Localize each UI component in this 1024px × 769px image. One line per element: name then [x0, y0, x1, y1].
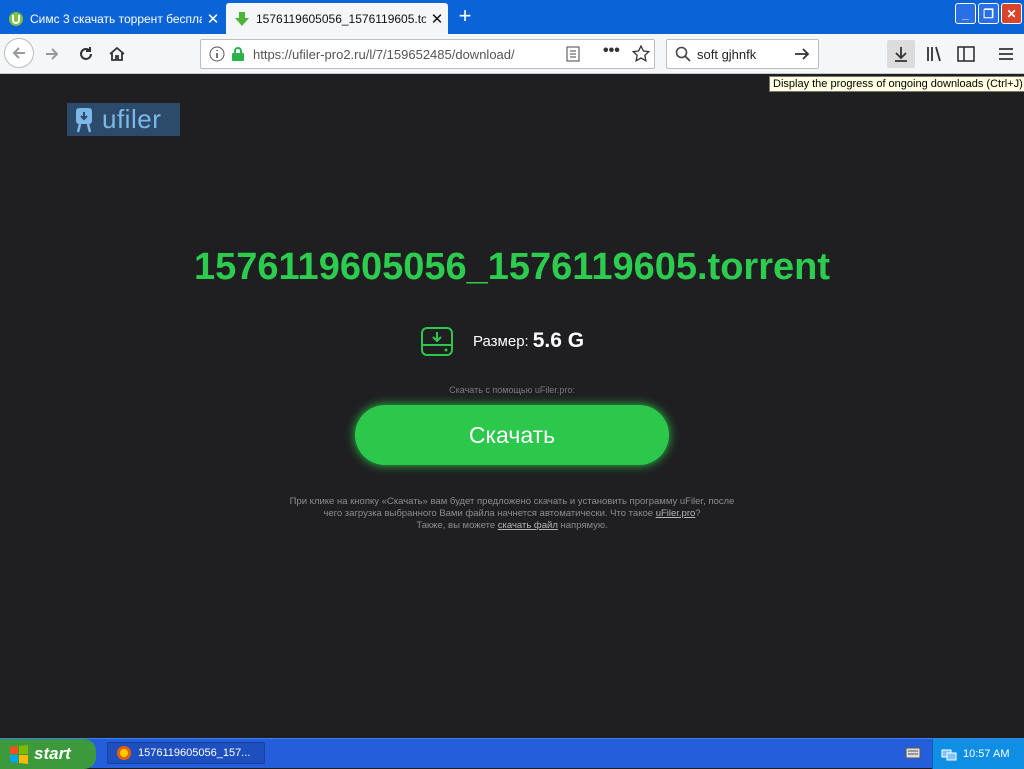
tab-utorrent[interactable]: Симс 3 скачать торрент бесплат ✕	[0, 3, 224, 34]
utorrent-icon	[8, 11, 24, 27]
size-label: Размер:	[473, 332, 529, 350]
search-input[interactable]: soft gjhnfk	[666, 39, 819, 69]
note-line-3: Также, вы можете скачать файл напрямую.	[0, 520, 1024, 532]
note-line-3-end: напрямую.	[560, 520, 608, 531]
info-icon[interactable]	[209, 46, 225, 67]
reload-icon	[80, 47, 92, 60]
note-line-2: чего загрузка выбранного Вами файла начн…	[0, 508, 1024, 520]
logo-text: ufiler	[102, 104, 162, 134]
keyboard-icon[interactable]	[905, 746, 921, 765]
close-tab-icon[interactable]: ✕	[426, 10, 448, 28]
firefox-icon	[117, 746, 131, 760]
download-button[interactable]: Скачать	[355, 405, 669, 465]
system-tray: 10:57 AM	[932, 739, 1024, 769]
downloads-button[interactable]	[887, 40, 915, 68]
tab-title: 1576119605056_1576119605.torrent	[256, 11, 426, 26]
lock-icon	[231, 46, 245, 67]
tab-strip: Симс 3 скачать торрент бесплат ✕ 1576119…	[0, 0, 1024, 34]
close-tab-icon[interactable]: ✕	[202, 10, 224, 28]
maximize-button[interactable]: ❐	[978, 3, 999, 24]
library-button[interactable]	[920, 40, 948, 68]
taskbar: start 1576119605056_157... 10:57 AM	[0, 738, 1024, 769]
download-arrow-icon	[234, 11, 250, 27]
new-tab-button[interactable]: +	[453, 5, 477, 29]
forward-button[interactable]	[38, 40, 66, 68]
page-content: ufiler 1576119605056_1576119605.torrent …	[0, 74, 1024, 738]
download-notes: При клике на кнопку «Скачать» вам будет …	[0, 496, 1024, 532]
direct-download-link[interactable]: скачать файл	[498, 520, 558, 531]
ufiler-logo[interactable]: ufiler	[67, 103, 180, 136]
file-name-heading: 1576119605056_1576119605.torrent	[193, 246, 831, 288]
hard-drive-icon	[421, 327, 453, 356]
reload-button[interactable]	[72, 40, 100, 68]
tab-download[interactable]: 1576119605056_1576119605.torrent ✕	[226, 3, 448, 34]
forward-arrow-icon	[46, 48, 59, 60]
network-icon	[941, 749, 957, 761]
ufiler-link[interactable]: uFiler.pro	[656, 508, 696, 519]
search-go-icon[interactable]	[794, 46, 810, 67]
bookmark-star-icon[interactable]	[631, 44, 651, 68]
file-size-row: Размер: 5.6 G	[420, 324, 584, 358]
close-window-button[interactable]: ✕	[1001, 3, 1022, 24]
note-line-2-end: ?	[695, 508, 701, 519]
ufiler-logo-icon	[76, 107, 92, 132]
clock: 10:57 AM	[963, 748, 1010, 760]
search-icon	[675, 46, 691, 67]
back-arrow-icon	[12, 47, 25, 59]
download-icon	[895, 47, 907, 62]
library-icon	[927, 46, 941, 62]
taskbar-window-title: 1576119605056_157...	[138, 747, 251, 759]
note-line-1: При клике на кнопку «Скачать» вам будет …	[289, 496, 735, 507]
url-text: https://ufiler-pro2.ru/l/7/159652485/dow…	[253, 47, 515, 62]
search-value: soft gjhnfk	[697, 47, 757, 62]
url-bar[interactable]: https://ufiler-pro2.ru/l/7/159652485/dow…	[200, 39, 655, 69]
taskbar-window-item[interactable]: 1576119605056_157...	[107, 742, 265, 764]
minimize-button[interactable]: _	[955, 3, 976, 24]
sidebar-button[interactable]	[952, 40, 980, 68]
hamburger-menu-icon	[999, 48, 1013, 60]
start-button[interactable]: start	[0, 739, 96, 769]
start-label: start	[34, 744, 71, 763]
home-icon	[109, 46, 125, 61]
sidebar-icon	[957, 46, 975, 62]
page-actions-icon[interactable]: •••	[603, 42, 620, 60]
navigation-bar: https://ufiler-pro2.ru/l/7/159652485/dow…	[0, 34, 1024, 74]
download-helper-text: Скачать с помощью uFiler.pro:	[449, 385, 575, 395]
reader-view-icon[interactable]	[565, 46, 581, 67]
windows-logo-icon	[10, 745, 28, 764]
downloads-tooltip: Display the progress of ongoing download…	[769, 76, 1024, 92]
tab-title: Симс 3 скачать торрент бесплат	[30, 11, 202, 26]
menu-button[interactable]	[992, 40, 1020, 68]
size-value: 5.6 G	[532, 329, 585, 352]
note-line-3-text: Также, вы можете	[416, 520, 496, 531]
back-button[interactable]	[4, 38, 34, 68]
home-button[interactable]	[103, 40, 131, 68]
note-line-2-text: чего загрузка выбранного Вами файла начн…	[323, 508, 654, 519]
